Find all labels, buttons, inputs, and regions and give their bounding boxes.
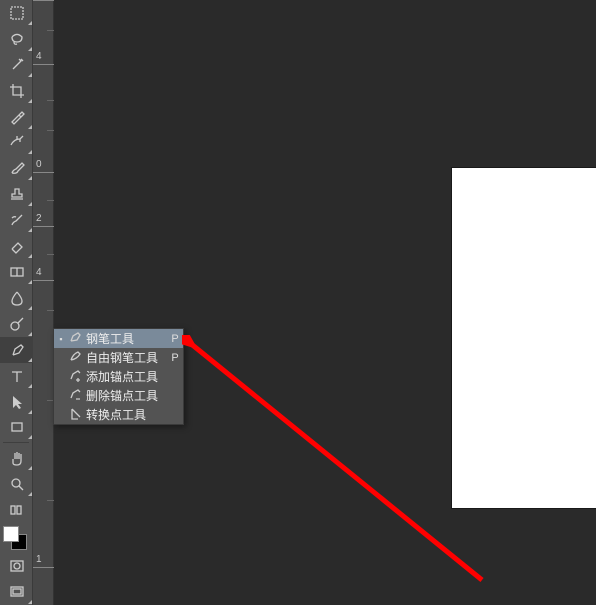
hand-tool[interactable] [0,445,33,471]
rectangle-icon [8,418,26,436]
healing-tool[interactable] [0,130,33,156]
canvas-area[interactable] [54,0,596,605]
color-swatches[interactable] [0,523,33,553]
ruler-tick-label: 1 [36,554,42,565]
zoom-tool[interactable] [0,471,33,497]
quick-mask-icon [8,557,26,575]
blur-icon [8,289,26,307]
crop-tool[interactable] [0,78,33,104]
flyout-freeform-pen-tool[interactable]: 自由钢笔工具 P [54,348,183,367]
type-tool[interactable] [0,363,33,389]
ruler-tick-label: 4 [36,267,42,278]
flyout-item-label: 添加锚点工具 [86,368,167,385]
convert-point-icon [68,406,86,424]
dodge-tool[interactable] [0,311,33,337]
flyout-item-shortcut: P [167,333,183,345]
screen-mode-toggle[interactable] [0,579,33,605]
pen-tool-flyout: ▪ 钢笔工具 P 自由钢笔工具 P 添加锚点工具 删除锚点工具 转换点工具 [53,328,184,425]
pen-tool[interactable] [0,337,33,363]
brush-tool[interactable] [0,155,33,181]
eraser-icon [8,237,26,255]
flyout-item-label: 钢笔工具 [86,330,167,347]
pen-icon [68,330,86,348]
freeform-pen-icon [68,349,86,367]
edit-toolbar-icon [8,501,26,519]
flyout-item-label: 删除锚点工具 [86,387,167,404]
flyout-item-label: 自由钢笔工具 [86,349,167,366]
gradient-tool[interactable] [0,259,33,285]
dodge-icon [8,315,26,333]
magic-wand-tool[interactable] [0,52,33,78]
quick-mask-toggle[interactable] [0,553,33,579]
screen-mode-icon [8,583,26,601]
gradient-icon [8,263,26,281]
marquee-icon [8,4,26,22]
blur-tool[interactable] [0,285,33,311]
edit-toolbar[interactable] [0,497,33,523]
foreground-color-swatch[interactable] [3,526,19,542]
pen-icon [8,341,26,359]
flyout-pen-tool[interactable]: ▪ 钢笔工具 P [54,329,183,348]
ruler-tick-label: 4 [36,51,42,62]
eyedropper-icon [8,108,26,126]
document-canvas[interactable] [452,168,596,508]
marquee-tool[interactable] [0,0,33,26]
path-selection-icon [8,393,26,411]
history-brush-tool[interactable] [0,207,33,233]
add-anchor-icon [68,368,86,386]
flyout-item-shortcut: P [167,352,183,364]
rectangle-tool[interactable] [0,415,33,441]
lasso-icon [8,30,26,48]
type-icon [8,367,26,385]
eraser-tool[interactable] [0,233,33,259]
zoom-icon [8,475,26,493]
delete-anchor-icon [68,387,86,405]
selected-marker: ▪ [54,334,68,344]
brush-icon [8,159,26,177]
path-selection-tool[interactable] [0,389,33,415]
healing-icon [8,133,26,151]
stamp-icon [8,185,26,203]
lasso-tool[interactable] [0,26,33,52]
magic-wand-icon [8,56,26,74]
ruler-tick-label: 2 [36,213,42,224]
toolbar [0,0,33,605]
ruler-tick-label: 0 [36,159,42,170]
flyout-add-anchor-tool[interactable]: 添加锚点工具 [54,367,183,386]
flyout-delete-anchor-tool[interactable]: 删除锚点工具 [54,386,183,405]
crop-icon [8,82,26,100]
history-brush-icon [8,211,26,229]
hand-icon [8,449,26,467]
ruler-vertical: 6 4 0 2 4 1 [33,0,54,605]
flyout-convert-point-tool[interactable]: 转换点工具 [54,405,183,424]
stamp-tool[interactable] [0,181,33,207]
eyedropper-tool[interactable] [0,104,33,130]
flyout-item-label: 转换点工具 [86,406,167,423]
